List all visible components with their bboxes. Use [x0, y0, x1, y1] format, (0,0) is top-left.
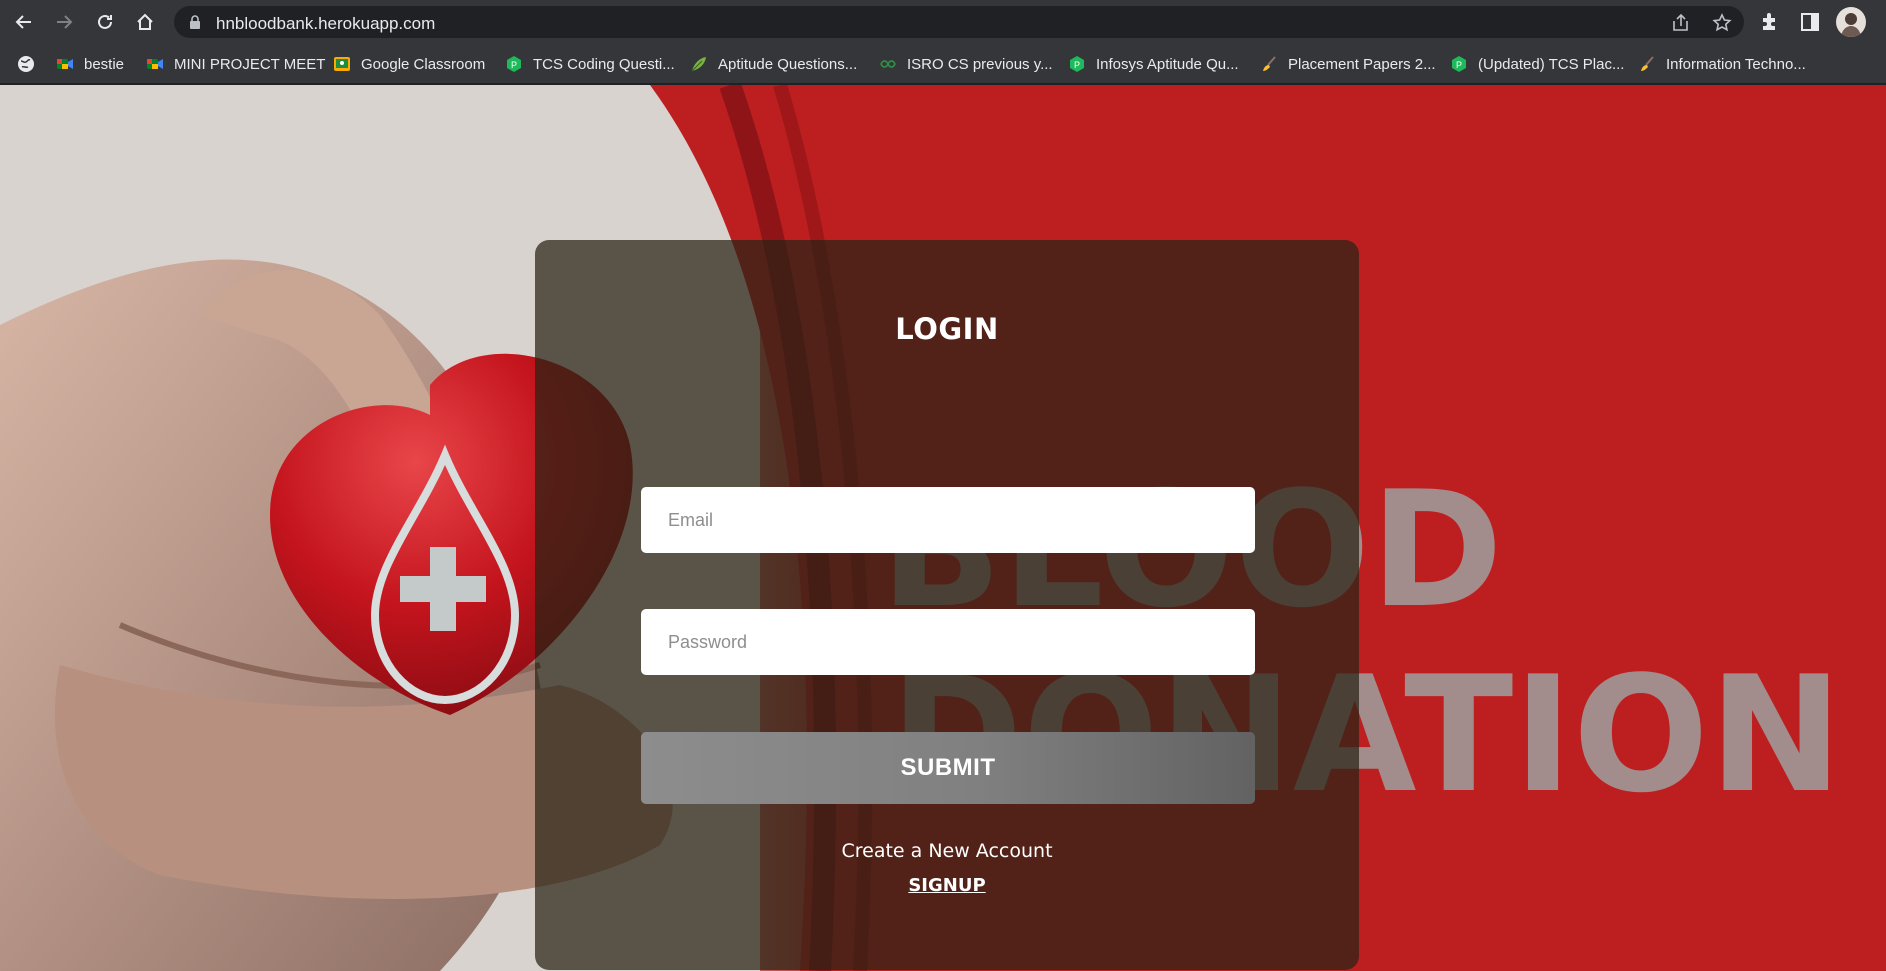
signup-link[interactable]: SIGNUP	[535, 875, 1359, 896]
page-content: BLOOD DONATION LOGIN SUBMIT Create a New…	[0, 85, 1886, 971]
bookmark-item[interactable]: P TCS Coding Questi...	[505, 53, 675, 75]
forward-button[interactable]	[50, 8, 78, 36]
bookmark-item[interactable]: Aptitude Questions...	[690, 53, 857, 75]
url-text: hnbloodbank.herokuapp.com	[216, 14, 436, 33]
bookmark-star-icon[interactable]	[1711, 12, 1733, 34]
bookmark-label: Infosys Aptitude Qu...	[1096, 55, 1239, 73]
leaf-icon	[691, 57, 706, 72]
bookmark-item[interactable]: ISRO CS previous y...	[879, 53, 1053, 75]
forward-arrow-icon	[57, 15, 73, 29]
email-input[interactable]	[641, 487, 1255, 553]
classroom-icon	[334, 57, 350, 71]
bookmark-item[interactable]: MINI PROJECT MEET	[146, 53, 325, 75]
bookmark-label: Information Techno...	[1666, 55, 1806, 73]
bookmark-label: Placement Papers 2...	[1288, 55, 1436, 73]
back-button[interactable]	[10, 8, 38, 36]
avatar-icon	[1841, 13, 1861, 37]
bookmark-label: Google Classroom	[361, 55, 486, 73]
bookmark-item[interactable]: P Infosys Aptitude Qu...	[1068, 53, 1239, 75]
submit-button[interactable]: SUBMIT	[641, 732, 1255, 804]
bookmarks-bar: bestie MINI PROJECT MEET Google Classroo…	[0, 44, 1886, 84]
bookmark-label: MINI PROJECT MEET	[174, 55, 326, 73]
bookmark-label: bestie	[84, 55, 125, 73]
reload-button[interactable]	[91, 8, 119, 36]
meet-icon	[57, 59, 73, 69]
back-arrow-icon	[15, 15, 31, 29]
prepinsta-icon: P	[507, 56, 521, 72]
address-bar[interactable]: hnbloodbank.herokuapp.com	[174, 6, 1744, 38]
bookmark-item[interactable]: Information Techno...	[1638, 53, 1806, 75]
svg-text:P: P	[1456, 60, 1462, 70]
bookmark-item[interactable]: Google Classroom	[333, 53, 485, 75]
bookmark-label: Aptitude Questions...	[718, 55, 858, 73]
login-title: LOGIN	[895, 312, 999, 346]
home-icon	[137, 13, 153, 30]
broom-icon	[1641, 56, 1654, 71]
broom-icon	[1263, 56, 1276, 71]
bookmark-label: ISRO CS previous y...	[907, 55, 1053, 73]
create-account-text: Create a New Account	[841, 840, 1053, 862]
browser-toolbar: hnbloodbank.herokuapp.com	[0, 0, 1886, 44]
bookmark-label: TCS Coding Questi...	[533, 55, 675, 73]
password-input[interactable]	[641, 609, 1255, 675]
share-icon[interactable]	[1670, 12, 1692, 34]
bookmark-item[interactable]: bestie	[56, 53, 124, 75]
meet-icon	[147, 59, 163, 69]
geeks-icon	[880, 60, 896, 68]
prepinsta-icon: P	[1452, 56, 1466, 72]
extensions-puzzle-icon[interactable]	[1758, 10, 1782, 34]
svg-text:P: P	[1074, 60, 1080, 70]
side-panel-icon[interactable]	[1798, 10, 1822, 34]
svg-text:P: P	[511, 60, 517, 70]
prepinsta-icon: P	[1070, 56, 1084, 72]
bookmark-label: (Updated) TCS Plac...	[1478, 55, 1625, 73]
reload-icon	[98, 14, 112, 29]
home-button[interactable]	[131, 8, 159, 36]
login-card: LOGIN SUBMIT Create a New Account SIGNUP	[535, 240, 1359, 970]
profile-avatar[interactable]	[1836, 7, 1866, 37]
apps-globe-icon[interactable]	[16, 54, 36, 74]
lock-icon	[190, 15, 200, 29]
bookmark-item[interactable]: P (Updated) TCS Plac...	[1450, 53, 1624, 75]
bookmark-item[interactable]: Placement Papers 2...	[1260, 53, 1436, 75]
